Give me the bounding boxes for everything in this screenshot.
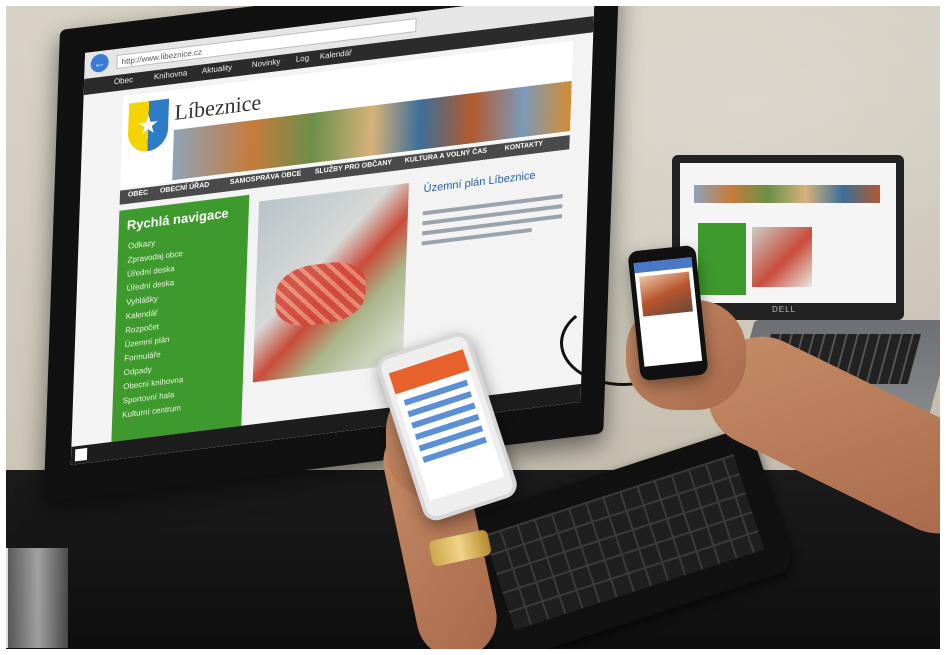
nav-item[interactable]: KONTAKTY	[505, 140, 544, 152]
quick-link[interactable]: Úřední deska	[126, 278, 174, 293]
start-icon[interactable]	[74, 447, 88, 462]
favorite-link[interactable]: Knihovna	[154, 68, 188, 81]
quick-link[interactable]: Odkazy	[128, 238, 155, 250]
phone-dark-screen	[633, 257, 703, 367]
laptop: DELL	[672, 155, 904, 320]
quick-link[interactable]: Územní plán	[125, 335, 170, 350]
quick-link[interactable]: Formuláře	[124, 350, 161, 364]
favorite-link[interactable]: Kalendář	[320, 48, 352, 61]
laptop-brand-logo: DELL	[772, 305, 797, 314]
favorite-link[interactable]: Log	[296, 53, 310, 64]
quick-link[interactable]: Zpravodaj obce	[127, 249, 182, 265]
quick-link[interactable]: Rozpočet	[125, 322, 159, 335]
laptop-quick-nav	[698, 223, 746, 295]
desktop-monitor: ← http://www.libeznice.cz Obec Knihovna …	[43, 0, 620, 503]
quick-link[interactable]: Kalendář	[126, 308, 158, 321]
monitor-screen: ← http://www.libeznice.cz Obec Knihovna …	[70, 0, 595, 465]
drinking-glass	[6, 548, 68, 648]
favorite-link[interactable]: Novinky	[252, 57, 281, 70]
quick-link[interactable]: Vyhlášky	[126, 294, 158, 307]
news-headline[interactable]: Územní plán Líbeznice	[423, 165, 573, 195]
laptop-feature-image	[752, 227, 812, 287]
laptop-screen	[680, 163, 896, 303]
quick-link[interactable]: Obecní knihovna	[123, 375, 183, 391]
quick-navigation-panel: Rychlá navigace Odkazy Zpravodaj obce Úř…	[111, 194, 250, 442]
back-arrow-icon[interactable]: ←	[90, 52, 109, 74]
quick-link[interactable]: Úřední deska	[127, 264, 175, 279]
quick-link[interactable]: Sportovní hala	[123, 390, 175, 405]
nav-item[interactable]: OBECNÍ ÚŘAD	[160, 182, 210, 195]
phone-dark-app-bar	[633, 257, 693, 274]
quick-nav-title: Rychlá navigace	[126, 205, 229, 233]
nav-item[interactable]: OBEC	[128, 189, 148, 199]
photo-scene: DELL ← http://www.libeznice.cz Obec Knih…	[0, 0, 946, 655]
favorite-link[interactable]: Obec	[114, 75, 133, 86]
laptop-site-banner	[694, 185, 880, 203]
quick-link[interactable]: Kulturní centrum	[122, 403, 181, 419]
favorite-link[interactable]: Aktuality	[202, 63, 233, 76]
phone-dark-photo	[639, 271, 693, 317]
smartphone-dark	[627, 244, 709, 382]
quick-link[interactable]: Odpady	[124, 365, 152, 378]
coat-of-arms-logo[interactable]	[127, 98, 170, 154]
